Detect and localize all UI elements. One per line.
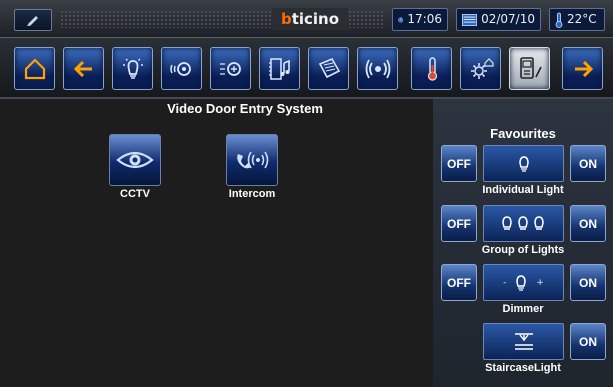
settings-button[interactable]	[460, 47, 501, 90]
clock-icon	[398, 16, 404, 23]
eye-icon	[116, 151, 154, 169]
main-panel	[0, 99, 433, 387]
automation-button[interactable]	[161, 47, 202, 90]
alarm-button[interactable]	[357, 47, 398, 90]
individual-light-off-button[interactable]: OFF	[441, 145, 477, 182]
temperature-value: 22°C	[567, 12, 597, 26]
dimmer-display[interactable]: - +	[483, 264, 564, 301]
individual-light-label: Individual Light	[482, 184, 564, 196]
bulbs-group-icon	[501, 215, 544, 230]
alarm-icon	[365, 59, 390, 78]
individual-light-on-button[interactable]: ON	[570, 145, 606, 182]
page-title: Video Door Entry System	[167, 101, 323, 116]
individual-light-display[interactable]	[483, 145, 564, 182]
sound-system-button[interactable]	[259, 47, 300, 90]
dimmer-on-button[interactable]: ON	[570, 264, 606, 301]
temperature-control-button[interactable]	[411, 47, 452, 90]
dimmer-plus[interactable]: +	[536, 278, 544, 288]
staircase-light-on-button[interactable]: ON	[570, 323, 606, 360]
group-lights-on-button[interactable]: ON	[570, 205, 606, 242]
temperature-display[interactable]: 22°C	[549, 8, 605, 31]
dimmer-off-button[interactable]: OFF	[441, 264, 477, 301]
back-arrow-icon	[73, 60, 92, 77]
lighting-button[interactable]	[112, 47, 153, 90]
time-value: 17:06	[407, 12, 442, 26]
group-lights-label: Group of Lights	[481, 244, 565, 256]
date-value: 02/07/10	[481, 12, 535, 26]
cctv-button[interactable]	[109, 134, 161, 186]
energy-icon	[318, 57, 340, 78]
home-icon	[24, 57, 45, 79]
intercom-label: Intercom	[228, 188, 276, 200]
video-door-entry-icon	[519, 56, 542, 79]
forward-button[interactable]	[562, 47, 603, 90]
automation-icon	[169, 61, 191, 76]
staircase-light-display[interactable]	[483, 323, 564, 360]
group-lights-display[interactable]	[483, 205, 564, 242]
bulb-icon	[518, 155, 529, 172]
thermometer-icon	[555, 12, 563, 28]
settings-icon	[470, 57, 494, 79]
scenario-button[interactable]	[210, 47, 251, 90]
main-toolbar	[0, 38, 613, 99]
dimmer-label: Dimmer	[502, 303, 544, 315]
intercom-button[interactable]	[226, 134, 278, 186]
staircase-light-icon	[514, 332, 533, 350]
intercom-icon	[237, 151, 269, 169]
staircase-light-label: StaircaseLight	[485, 362, 561, 374]
sound-system-icon	[268, 57, 290, 80]
dimmer-minus[interactable]: -	[503, 278, 506, 288]
status-bar: bticino 17:06 02/07/10 22°C	[0, 0, 613, 38]
bulb-icon	[516, 274, 527, 291]
lighting-icon	[122, 58, 143, 79]
video-door-entry-button[interactable]	[509, 47, 550, 90]
scenario-icon	[219, 61, 241, 76]
back-button[interactable]	[63, 47, 104, 90]
temperature-icon	[427, 56, 437, 81]
cctv-label: CCTV	[120, 188, 150, 200]
clock-display[interactable]: 17:06	[392, 8, 448, 31]
forward-arrow-icon	[574, 60, 593, 77]
energy-button[interactable]	[308, 47, 349, 90]
group-lights-off-button[interactable]: OFF	[441, 205, 477, 242]
home-button[interactable]	[14, 47, 55, 90]
brand-logo: bticino	[272, 8, 348, 30]
edit-button[interactable]	[14, 9, 52, 31]
date-display[interactable]: 02/07/10	[456, 8, 541, 31]
pencil-icon	[27, 16, 38, 26]
calendar-icon	[462, 13, 478, 26]
favourites-title: Favourites	[490, 126, 556, 141]
